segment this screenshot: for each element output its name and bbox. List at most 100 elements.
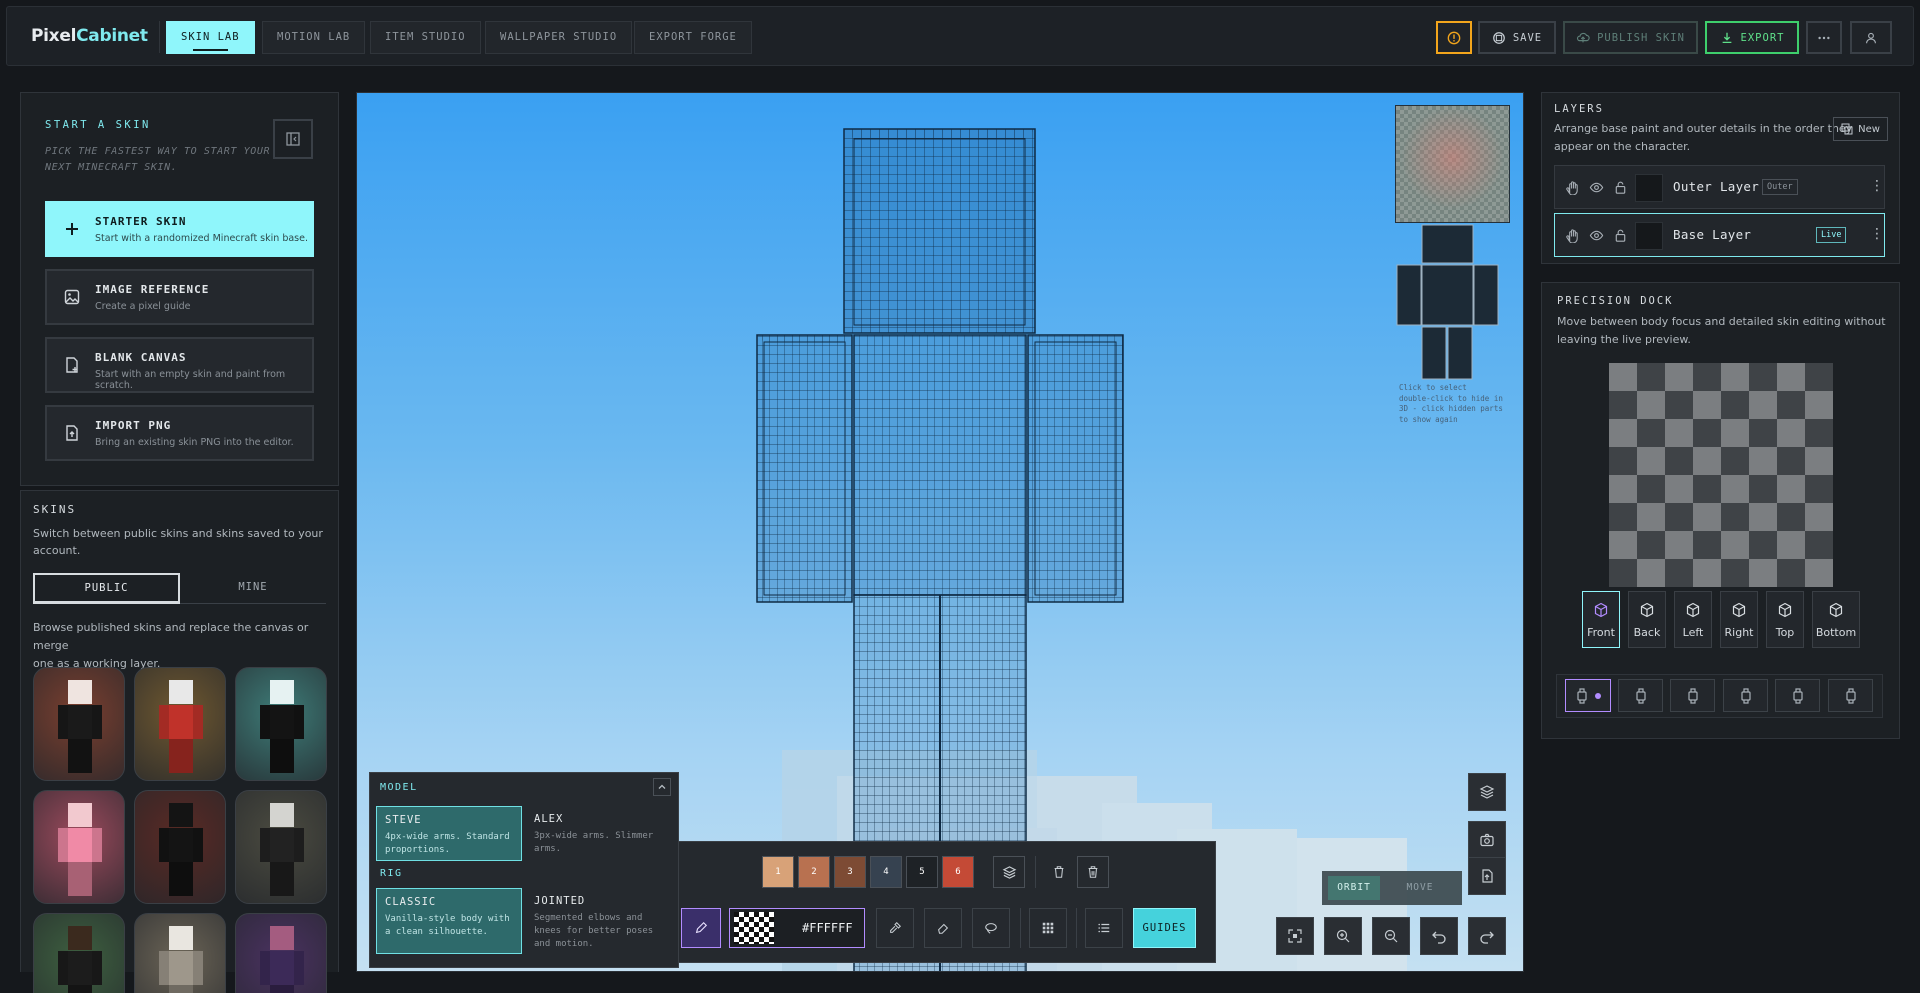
divider bbox=[1076, 908, 1077, 948]
model-option-steve[interactable]: STEVE 4px-wide arms. Standard proportions… bbox=[376, 806, 522, 861]
screenshot-button[interactable] bbox=[1468, 821, 1506, 859]
skin-arm bbox=[92, 828, 102, 862]
layer-more-icon[interactable]: ⋮ bbox=[1870, 226, 1884, 242]
pose-button-2[interactable] bbox=[1618, 679, 1663, 712]
export-view-button[interactable] bbox=[1468, 857, 1506, 895]
torso-part[interactable] bbox=[853, 334, 1027, 596]
color-swatch-5[interactable]: 5 bbox=[906, 856, 938, 888]
zoom-out-button[interactable] bbox=[1372, 917, 1410, 955]
move-mode-button[interactable]: MOVE bbox=[1400, 876, 1440, 900]
app-logo[interactable]: PixelCabinet bbox=[31, 26, 148, 46]
layer-more-icon[interactable]: ⋮ bbox=[1870, 178, 1884, 194]
lasso-tool-button[interactable] bbox=[972, 908, 1010, 948]
head-part[interactable] bbox=[843, 128, 1036, 334]
new-layer-button[interactable]: New bbox=[1833, 117, 1888, 141]
blank-canvas-option[interactable]: BLANK CANVAS Start with an empty skin an… bbox=[45, 337, 314, 393]
skin-thumbnail[interactable] bbox=[134, 913, 226, 993]
warning-button[interactable] bbox=[1436, 21, 1472, 54]
color-swatch-4[interactable]: 4 bbox=[870, 856, 902, 888]
skin-thumbnail[interactable] bbox=[235, 913, 327, 993]
skin-thumbnail[interactable] bbox=[33, 667, 125, 781]
view-button-back[interactable]: Back bbox=[1628, 591, 1666, 648]
skin-thumbnail[interactable] bbox=[33, 913, 125, 993]
grid-toggle-button[interactable] bbox=[1029, 908, 1067, 948]
swatch-layers-button[interactable] bbox=[993, 856, 1025, 888]
color-picker[interactable]: #FFFFFF bbox=[729, 908, 865, 948]
skin-map-body[interactable] bbox=[1395, 223, 1510, 383]
starter-skin-option[interactable]: STARTER SKIN Start with a randomized Min… bbox=[45, 201, 314, 257]
pencil-tool-button[interactable] bbox=[681, 908, 721, 948]
skin-thumbnail[interactable] bbox=[134, 667, 226, 781]
redo-button[interactable] bbox=[1468, 917, 1506, 955]
view-button-front[interactable]: Front bbox=[1582, 591, 1620, 648]
view-button-right[interactable]: Right bbox=[1720, 591, 1758, 648]
pose-button-6[interactable] bbox=[1828, 679, 1873, 712]
right-arm-part[interactable] bbox=[1027, 334, 1124, 603]
view-button-bottom[interactable]: Bottom bbox=[1812, 591, 1860, 648]
image-reference-option[interactable]: IMAGE REFERENCE Create a pixel guide bbox=[45, 269, 314, 325]
skin-thumbnail[interactable] bbox=[33, 790, 125, 904]
import-png-option[interactable]: IMPORT PNG Bring an existing skin PNG in… bbox=[45, 405, 314, 461]
layer-row-outer[interactable]: Outer Layer Outer ⋮ bbox=[1554, 165, 1885, 209]
color-swatch-3[interactable]: 3 bbox=[834, 856, 866, 888]
rig-option-classic[interactable]: CLASSIC Vanilla-style body with a clean s… bbox=[376, 888, 522, 954]
pose-button-3[interactable] bbox=[1670, 679, 1715, 712]
rig-section-title: RIG bbox=[380, 868, 403, 879]
tab-export-forge[interactable]: EXPORT FORGE bbox=[634, 21, 752, 54]
tab-mine[interactable]: MINE bbox=[180, 573, 326, 604]
unlock-icon[interactable] bbox=[1613, 228, 1628, 243]
layers-toggle-button[interactable] bbox=[1468, 773, 1506, 811]
eye-icon[interactable] bbox=[1589, 228, 1604, 243]
clear-palette-button[interactable] bbox=[1077, 856, 1109, 888]
3d-viewport[interactable]: Click to select double-click to hide in … bbox=[356, 92, 1524, 972]
view-label: Top bbox=[1775, 626, 1795, 639]
skin-thumbnail[interactable] bbox=[134, 790, 226, 904]
pose-button-4[interactable] bbox=[1723, 679, 1768, 712]
more-menu-button[interactable] bbox=[1806, 21, 1842, 54]
layer-row-base[interactable]: Base Layer Live ⋮ bbox=[1554, 213, 1885, 257]
start-skin-title: START A SKIN bbox=[45, 119, 151, 131]
tab-public[interactable]: PUBLIC bbox=[33, 573, 180, 604]
guides-button[interactable]: GUIDES bbox=[1133, 908, 1196, 948]
export-button[interactable]: EXPORT bbox=[1705, 21, 1799, 54]
orbit-mode-button[interactable]: ORBIT bbox=[1328, 876, 1380, 900]
view-button-left[interactable]: Left bbox=[1674, 591, 1712, 648]
focus-icon bbox=[1288, 929, 1302, 943]
pose-button-1[interactable] bbox=[1565, 679, 1611, 712]
zoom-out-icon bbox=[1384, 929, 1398, 943]
color-swatch-1[interactable]: 1 bbox=[762, 856, 794, 888]
account-button[interactable] bbox=[1850, 21, 1892, 54]
download-icon bbox=[1722, 32, 1731, 43]
publish-skin-button[interactable]: PUBLISH SKIN bbox=[1563, 21, 1698, 54]
tab-skin-lab[interactable]: SKIN LAB bbox=[166, 21, 255, 54]
pose-button-5[interactable] bbox=[1775, 679, 1820, 712]
skin-thumbnail[interactable] bbox=[235, 667, 327, 781]
color-swatch-2[interactable]: 2 bbox=[798, 856, 830, 888]
tab-wallpaper-studio[interactable]: WALLPAPER STUDIO bbox=[485, 21, 633, 54]
unlock-icon[interactable] bbox=[1613, 180, 1628, 195]
left-arm-part[interactable] bbox=[756, 334, 853, 603]
save-button[interactable]: SAVE bbox=[1478, 21, 1556, 54]
color-swatch-6[interactable]: 6 bbox=[942, 856, 974, 888]
rig-option-jointed[interactable]: JOINTED Segmented elbows and knees for be… bbox=[526, 888, 672, 954]
hex-value[interactable]: #FFFFFF bbox=[802, 921, 853, 935]
collapse-model-panel-button[interactable] bbox=[653, 778, 671, 796]
eraser-tool-button[interactable] bbox=[924, 908, 962, 948]
drag-hand-icon[interactable] bbox=[1565, 180, 1580, 195]
list-view-button[interactable] bbox=[1085, 908, 1123, 948]
tab-motion-lab[interactable]: MOTION LAB bbox=[262, 21, 366, 54]
precision-canvas[interactable] bbox=[1609, 363, 1833, 587]
view-button-top[interactable]: Top bbox=[1766, 591, 1804, 648]
tab-item-studio[interactable]: ITEM STUDIO bbox=[370, 21, 481, 54]
delete-swatch-button[interactable] bbox=[1043, 856, 1075, 888]
skin-thumbnail[interactable] bbox=[235, 790, 327, 904]
undo-button[interactable] bbox=[1420, 917, 1458, 955]
model-option-alex[interactable]: ALEX 3px-wide arms. Slimmer arms. bbox=[526, 806, 672, 861]
collapse-panel-button[interactable] bbox=[273, 119, 313, 159]
fit-selection-button[interactable] bbox=[1276, 917, 1314, 955]
skin-map-head[interactable] bbox=[1395, 105, 1510, 223]
drag-hand-icon[interactable] bbox=[1565, 228, 1580, 243]
eye-icon[interactable] bbox=[1589, 180, 1604, 195]
zoom-in-button[interactable] bbox=[1324, 917, 1362, 955]
eyedropper-tool-button[interactable] bbox=[876, 908, 914, 948]
